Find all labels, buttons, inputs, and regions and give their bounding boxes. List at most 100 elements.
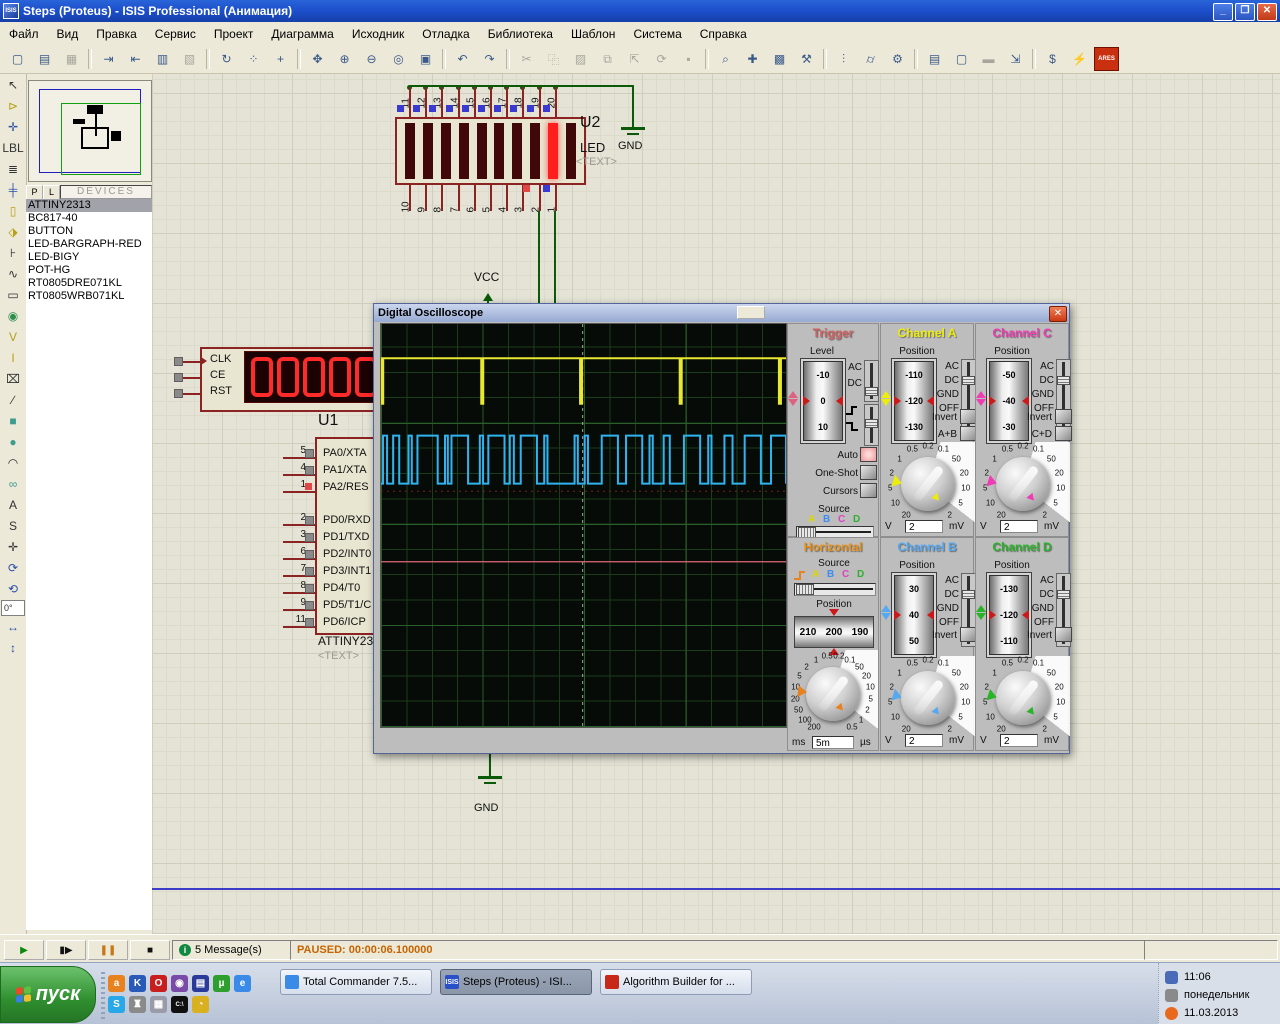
trigger-one-shot-button[interactable] bbox=[860, 465, 877, 480]
channel-value[interactable]: 2 bbox=[1000, 734, 1038, 747]
trigger-coupling-switch[interactable] bbox=[864, 360, 879, 402]
decompose-icon[interactable]: ⚒ bbox=[794, 47, 819, 71]
device-item-RT0805DRE071KL[interactable]: RT0805DRE071KL bbox=[26, 277, 152, 290]
channel-coupling-switch-knob[interactable] bbox=[962, 376, 975, 385]
block-move-icon[interactable]: ⇱ bbox=[622, 47, 647, 71]
arc-tool-icon[interactable]: ◠ bbox=[2, 453, 24, 473]
skype-icon[interactable]: S bbox=[108, 996, 125, 1013]
make-device-icon[interactable]: ✚ bbox=[740, 47, 765, 71]
menu-Отладка[interactable]: Отладка bbox=[413, 24, 478, 44]
channel-gain-knob-knob[interactable] bbox=[901, 671, 955, 725]
channel-gain-knob[interactable]: 20105210.50.20.150201052 bbox=[881, 656, 975, 740]
undo-icon[interactable]: ↶ bbox=[450, 47, 475, 71]
horizontal-source-slider-thumb[interactable] bbox=[796, 584, 814, 595]
block-rotate-icon[interactable]: ⟳ bbox=[649, 47, 674, 71]
trigger-cursors-button[interactable] bbox=[860, 483, 877, 498]
trigger-edge-switch-knob[interactable] bbox=[865, 419, 878, 428]
current-probe-tool-icon[interactable]: I bbox=[2, 348, 24, 368]
device-item-ATTINY2313[interactable]: ATTINY2313 bbox=[26, 199, 152, 212]
channel-value[interactable]: 2 bbox=[905, 734, 943, 747]
overview-minimap[interactable] bbox=[28, 80, 152, 182]
menu-Справка[interactable]: Справка bbox=[691, 24, 756, 44]
property-assignment-icon[interactable]: ⚙ bbox=[885, 47, 910, 71]
bill-of-materials-icon[interactable]: $ bbox=[1040, 47, 1065, 71]
menu-Библиотека[interactable]: Библиотека bbox=[479, 24, 562, 44]
taskbar-button-2[interactable]: ISISSteps (Proteus) - ISI... bbox=[440, 969, 592, 995]
horizontal-value[interactable]: 5m bbox=[812, 736, 854, 749]
device-item-BUTTON[interactable]: BUTTON bbox=[26, 225, 152, 238]
voltage-probe-tool-icon[interactable]: V bbox=[2, 327, 24, 347]
led-bargraph-u2[interactable] bbox=[395, 117, 586, 185]
menu-Диаграмма[interactable]: Диаграмма bbox=[262, 24, 342, 44]
zoom-in-icon[interactable]: ⊕ bbox=[332, 47, 357, 71]
pause-button[interactable]: ❚❚ bbox=[88, 940, 128, 960]
taskbar-button-3[interactable]: Algorithm Builder for ... bbox=[600, 969, 752, 995]
chrome-icon[interactable]: ◔ bbox=[192, 996, 209, 1013]
horizontal-source-slider[interactable] bbox=[794, 583, 876, 596]
angle-box-icon[interactable]: 0° bbox=[1, 600, 25, 616]
taskbar-button-1[interactable]: Total Commander 7.5... bbox=[280, 969, 432, 995]
selection-tool-icon[interactable]: ↖ bbox=[2, 75, 24, 95]
device-item-LED-BIGY[interactable]: LED-BIGY bbox=[26, 251, 152, 264]
horizontal-knob[interactable] bbox=[806, 667, 860, 721]
box-tool-icon[interactable]: ■ bbox=[2, 411, 24, 431]
save-file-icon[interactable]: ▦ bbox=[59, 47, 84, 71]
marker-tool-icon[interactable]: ✛ bbox=[2, 537, 24, 557]
wire-autorouter-icon[interactable]: ⫶ bbox=[831, 47, 856, 71]
generator-tool-icon[interactable]: ◉ bbox=[2, 306, 24, 326]
channel-gain-knob[interactable]: 20105210.50.20.150201052 bbox=[976, 442, 1070, 526]
oscilloscope-h-scrollbar[interactable]: ◄► bbox=[374, 304, 777, 321]
new-file-icon[interactable]: ▢ bbox=[5, 47, 30, 71]
oscilloscope-window[interactable]: Digital Oscilloscope✕◄►TriggerLevel-1001… bbox=[373, 303, 1070, 754]
symbol-tool-icon[interactable]: S bbox=[2, 516, 24, 536]
message-box[interactable]: i5 Message(s) bbox=[172, 940, 298, 960]
menu-Вид[interactable]: Вид bbox=[48, 24, 88, 44]
import-section-icon[interactable]: ⇥ bbox=[96, 47, 121, 71]
trigger-coupling-switch-knob[interactable] bbox=[865, 387, 878, 396]
channel-invert-button[interactable] bbox=[1055, 409, 1072, 424]
trigger-edge-switch[interactable] bbox=[864, 404, 879, 446]
export-section-icon[interactable]: ⇤ bbox=[123, 47, 148, 71]
subcircuit-tool-icon[interactable]: ▯ bbox=[2, 201, 24, 221]
circle-tool-icon[interactable]: ● bbox=[2, 432, 24, 452]
copy-icon[interactable]: ⿻ bbox=[541, 47, 566, 71]
menu-Сервис[interactable]: Сервис bbox=[146, 24, 205, 44]
opera-icon[interactable]: O bbox=[150, 975, 167, 992]
channel-value[interactable]: 2 bbox=[1000, 520, 1038, 533]
device-list[interactable]: ATTINY2313BC817-40BUTTONLED-BARGRAPH-RED… bbox=[26, 199, 153, 930]
horizontal-position-gauge[interactable]: 210200190 bbox=[794, 616, 874, 648]
device-item-RT0805WRB071KL[interactable]: RT0805WRB071KL bbox=[26, 290, 152, 303]
mirror-vertical-icon[interactable]: ↕ bbox=[2, 638, 24, 658]
antivirus-icon[interactable] bbox=[1165, 1007, 1178, 1020]
kmplayer-icon[interactable]: K bbox=[129, 975, 146, 992]
oscilloscope-close-icon[interactable]: ✕ bbox=[1049, 306, 1067, 322]
text-script-tool-icon[interactable]: ≣ bbox=[2, 159, 24, 179]
bus-tool-icon[interactable]: ╪ bbox=[2, 180, 24, 200]
maximize-button[interactable]: ❐ bbox=[1235, 3, 1255, 21]
redo-icon[interactable]: ↷ bbox=[477, 47, 502, 71]
pan-icon[interactable]: ✥ bbox=[305, 47, 330, 71]
messenger-icon[interactable]: ◉ bbox=[171, 975, 188, 992]
open-file-icon[interactable]: ▤ bbox=[32, 47, 57, 71]
avast-icon[interactable]: a bbox=[108, 975, 125, 992]
pick-device-icon[interactable]: ⌕ bbox=[713, 47, 738, 71]
search-tag-icon[interactable]: ⌭ bbox=[858, 47, 883, 71]
zoom-area-icon[interactable]: ▣ bbox=[413, 47, 438, 71]
text-tool-icon[interactable]: A bbox=[2, 495, 24, 515]
junction-tool-icon[interactable]: ✛ bbox=[2, 117, 24, 137]
channel-value[interactable]: 2 bbox=[905, 520, 943, 533]
calculator-icon[interactable]: ▦ bbox=[150, 996, 167, 1013]
close-button[interactable]: ✕ bbox=[1257, 3, 1277, 21]
block-delete-icon[interactable]: ▪ bbox=[676, 47, 701, 71]
menu-Шаблон[interactable]: Шаблон bbox=[562, 24, 624, 44]
channel-coupling-switch-knob[interactable] bbox=[1057, 590, 1070, 599]
device-item-LED-BARGRAPH-RED[interactable]: LED-BARGRAPH-RED bbox=[26, 238, 152, 251]
quick-launch-handle[interactable] bbox=[101, 969, 105, 1019]
wire-label-tool-icon[interactable]: LBL bbox=[2, 138, 24, 158]
menu-Проект[interactable]: Проект bbox=[205, 24, 263, 44]
virtual-instruments-tool-icon[interactable]: ⌧ bbox=[2, 369, 24, 389]
scroll-thumb[interactable] bbox=[737, 306, 765, 319]
block-copy-icon[interactable]: ⧉ bbox=[595, 47, 620, 71]
channel-coupling-switch-knob[interactable] bbox=[1057, 376, 1070, 385]
rotate-ccw-icon[interactable]: ⟲ bbox=[2, 579, 24, 599]
